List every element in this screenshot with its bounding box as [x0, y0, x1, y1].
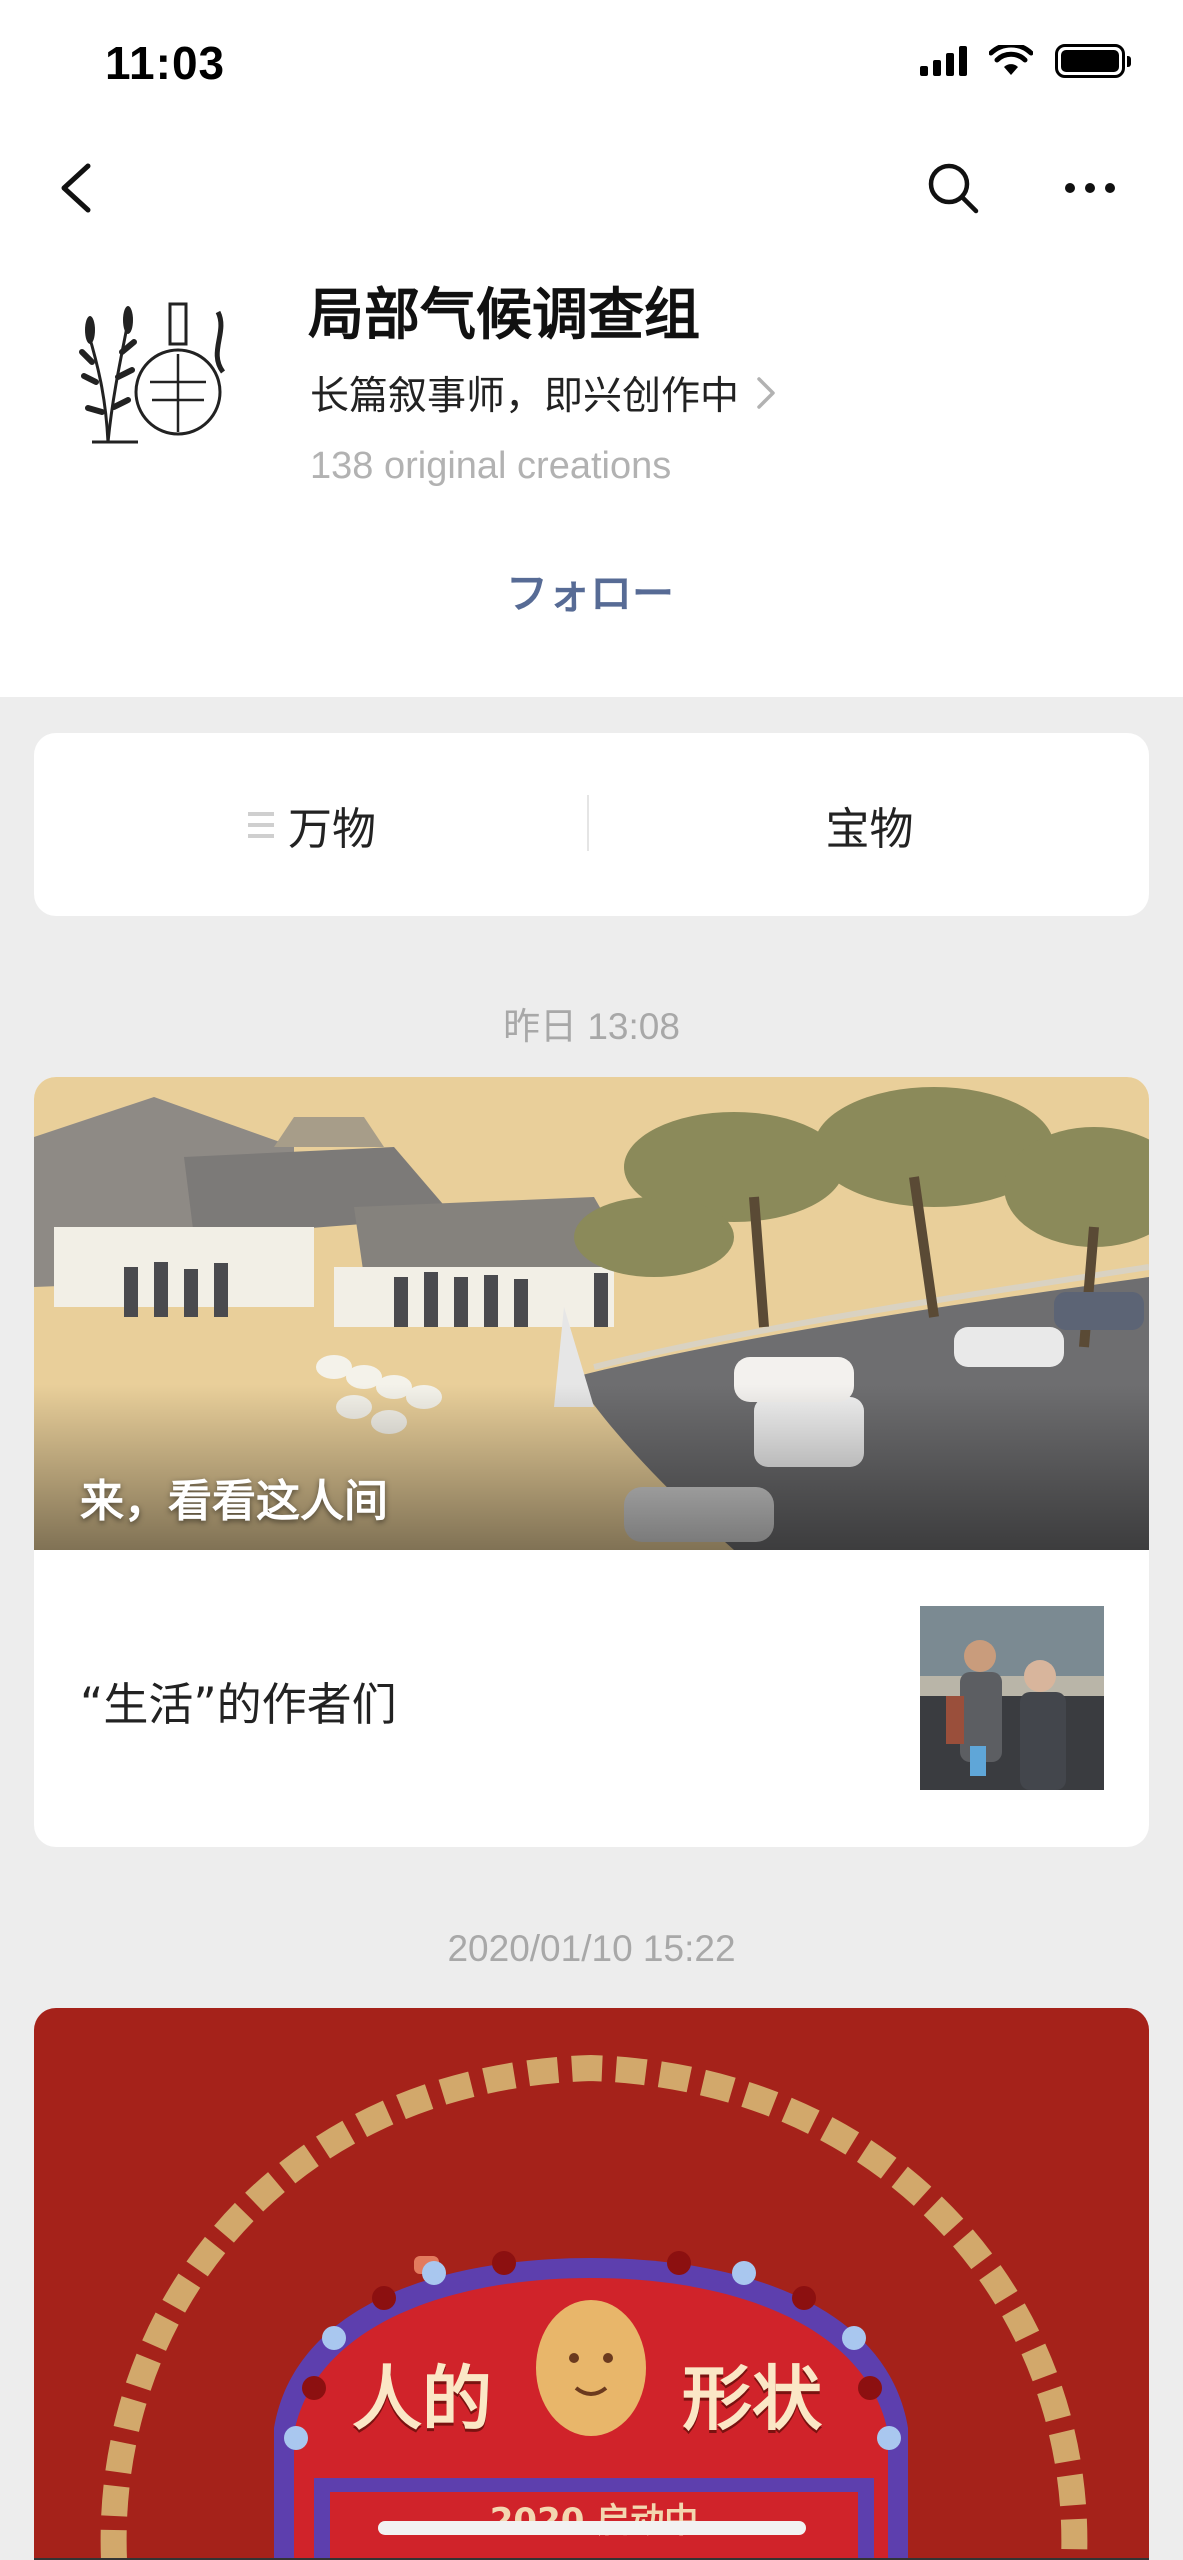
menu-lines-icon	[248, 811, 274, 838]
post-date: 2020/01/10 15:22	[447, 1928, 736, 1969]
sub-article[interactable]: “生活”的作者们	[34, 1550, 1149, 1847]
original-count: 138 original creations	[310, 445, 672, 487]
battery-icon	[1055, 44, 1131, 78]
signal-icon	[920, 46, 967, 76]
article-card: 来，看看这人间 “生活”的作者们	[34, 1077, 1149, 1847]
sub-article-thumbnail	[920, 1606, 1104, 1790]
status-time: 11:03	[105, 37, 226, 89]
account-bio-text: 长篇叙事师，即兴创作中	[310, 374, 740, 419]
tab-baowu[interactable]: 宝物	[590, 733, 1149, 916]
account-name: 局部气候调查组	[308, 283, 700, 348]
avatar[interactable]	[78, 292, 233, 452]
tab-wanwu[interactable]: 万物	[34, 733, 590, 916]
cover-title: 来，看看这人间	[80, 1476, 388, 1527]
article-cover[interactable]: 来，看看这人间	[34, 1077, 1149, 1550]
chevron-right-icon	[757, 377, 775, 409]
tab-divider	[587, 795, 589, 851]
article-cover[interactable]: 人的 形状 2020 启动中	[34, 2008, 1149, 2560]
account-bio[interactable]: 长篇叙事师，即兴创作中	[310, 365, 777, 421]
cover-text-right: 形状	[682, 2358, 822, 2440]
cover-illustration	[34, 2008, 1149, 2560]
search-icon[interactable]	[925, 160, 981, 216]
back-chevron-icon[interactable]	[50, 160, 100, 216]
home-indicator	[378, 2521, 806, 2535]
cover-text-left: 人的	[352, 2358, 492, 2440]
tabs-card: 万物 宝物	[34, 733, 1149, 916]
tab-baowu-label: 宝物	[825, 803, 914, 855]
tab-wanwu-label: 万物	[288, 803, 376, 855]
profile-header: 11:03 局部气候调查组 长篇叙事师，即兴创作中 138 original c…	[0, 0, 1183, 697]
sub-article-title: “生活”的作者们	[80, 1678, 397, 1731]
more-icon[interactable]	[1062, 170, 1118, 206]
wifi-icon	[989, 45, 1033, 75]
follow-button[interactable]: フォロー	[490, 560, 690, 620]
status-icons	[920, 44, 1131, 78]
post-date: 昨日 13:08	[503, 1006, 680, 1047]
